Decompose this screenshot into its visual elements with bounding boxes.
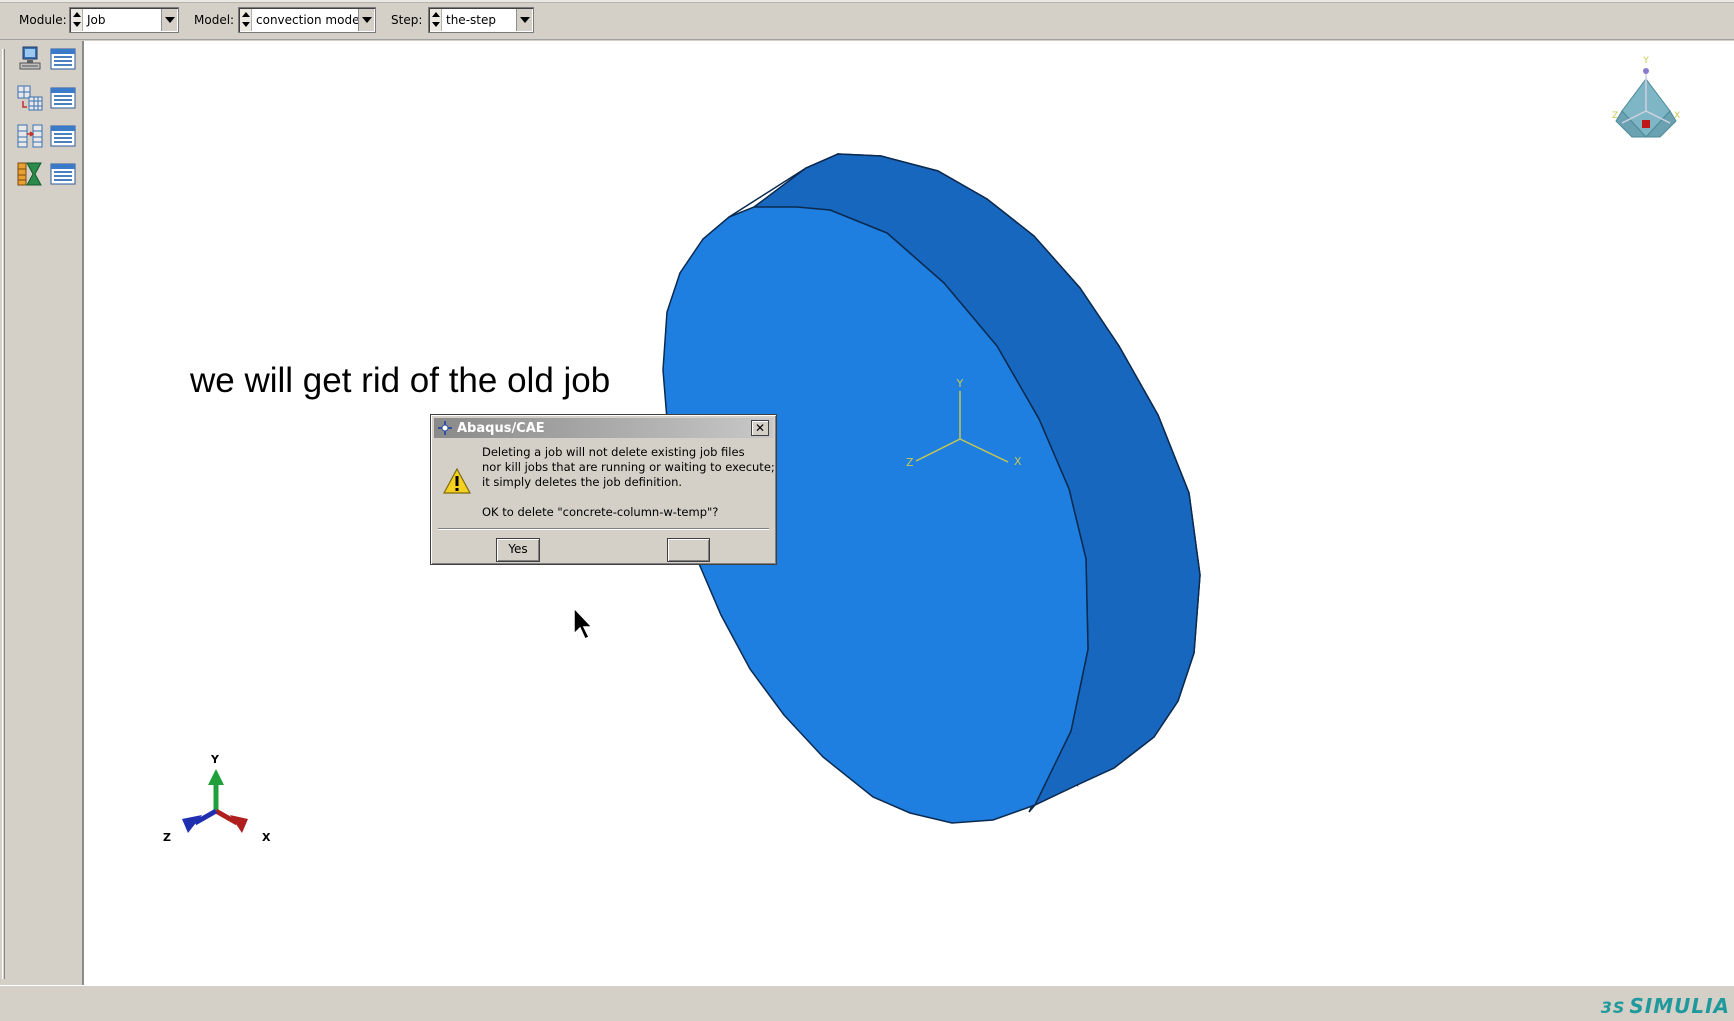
step-spinner-icon[interactable]	[430, 9, 442, 31]
module-toolbox	[0, 41, 84, 985]
mouse-cursor-icon	[573, 606, 594, 641]
global-triad-icon	[182, 769, 248, 833]
dialog-question: OK to delete "concrete-column-w-temp"?	[482, 505, 719, 519]
abaqus-app-icon	[438, 421, 452, 435]
view-cube-z-label: Z	[1612, 111, 1618, 121]
global-triad-y-label: Y	[210, 753, 220, 766]
module-value: Job	[87, 13, 106, 27]
annotation-caption: we will get rid of the old job	[190, 361, 611, 400]
model-value: convection model	[256, 13, 363, 27]
dialog-message: Deleting a job will not delete existing …	[482, 445, 775, 490]
optimization-create-icon[interactable]	[15, 159, 45, 189]
local-csys-x-label: X	[1014, 455, 1022, 468]
module-spinner-icon[interactable]	[71, 9, 83, 31]
abaqus-cae-window: Module: Job Model: convection model Step…	[0, 0, 1734, 1021]
module-combo[interactable]: Job	[69, 7, 179, 33]
local-csys-z-label: Z	[906, 456, 914, 469]
global-triad-x-label: X	[262, 831, 271, 844]
model-dropdown-icon[interactable]	[358, 9, 374, 31]
model-canvas[interactable]: Y X Z Y X Z Y X Z	[84, 41, 1734, 985]
dialog-message-line: it simply deletes the job definition.	[482, 475, 683, 489]
dialog-message-line: Deleting a job will not delete existing …	[482, 445, 745, 459]
step-dropdown-icon[interactable]	[516, 9, 532, 31]
dialog-separator	[438, 528, 769, 530]
adaptivity-create-icon[interactable]	[15, 83, 45, 113]
dassault-mark: 3S	[1600, 998, 1626, 1017]
dialog-message-line: nor kill jobs that are running or waitin…	[482, 460, 775, 474]
dialog-titlebar[interactable]: Abaqus/CAE ✕	[434, 418, 773, 438]
no-button[interactable]	[667, 538, 710, 562]
view-cube-x-label: X	[1674, 111, 1680, 121]
step-label: Step:	[391, 13, 423, 27]
dialog-close-button[interactable]: ✕	[751, 420, 769, 436]
model-spinner-icon[interactable]	[240, 9, 252, 31]
graphics-viewport[interactable]: Y X Z Y X Z Y X Z we will get rid of the…	[84, 41, 1734, 985]
job-manager-icon[interactable]	[48, 44, 78, 74]
co-execution-manager-icon[interactable]	[48, 121, 78, 151]
local-csys-y-label: Y	[956, 377, 964, 390]
context-bar: Module: Job Model: convection model Step…	[0, 0, 1734, 40]
step-value: the-step	[446, 13, 496, 27]
brand-name: SIMULIA	[1629, 994, 1730, 1018]
simulia-logo: 3S SIMULIA	[1601, 994, 1730, 1018]
toolbox-grip[interactable]	[2, 49, 5, 979]
status-bar: 3S SIMULIA	[0, 985, 1734, 1021]
module-label: Module:	[19, 13, 67, 27]
yes-button[interactable]: Yes	[496, 538, 540, 562]
view-cube-icon[interactable]	[1615, 68, 1677, 138]
delete-job-dialog: Abaqus/CAE ✕ Deleting a job will not del…	[430, 414, 777, 565]
toolbar-strip	[0, 0, 1734, 3]
dialog-title: Abaqus/CAE	[457, 421, 545, 436]
model-label: Model:	[194, 13, 235, 27]
optimization-manager-icon[interactable]	[48, 159, 78, 189]
adaptivity-manager-icon[interactable]	[48, 83, 78, 113]
view-cube-y-label: Y	[1642, 56, 1649, 66]
global-triad-z-label: Z	[163, 831, 171, 844]
warning-icon	[442, 467, 472, 494]
co-execution-create-icon[interactable]	[15, 121, 45, 151]
model-combo[interactable]: convection model	[238, 7, 376, 33]
module-dropdown-icon[interactable]	[161, 9, 177, 31]
job-create-icon[interactable]	[15, 44, 45, 74]
step-combo[interactable]: the-step	[428, 7, 534, 33]
